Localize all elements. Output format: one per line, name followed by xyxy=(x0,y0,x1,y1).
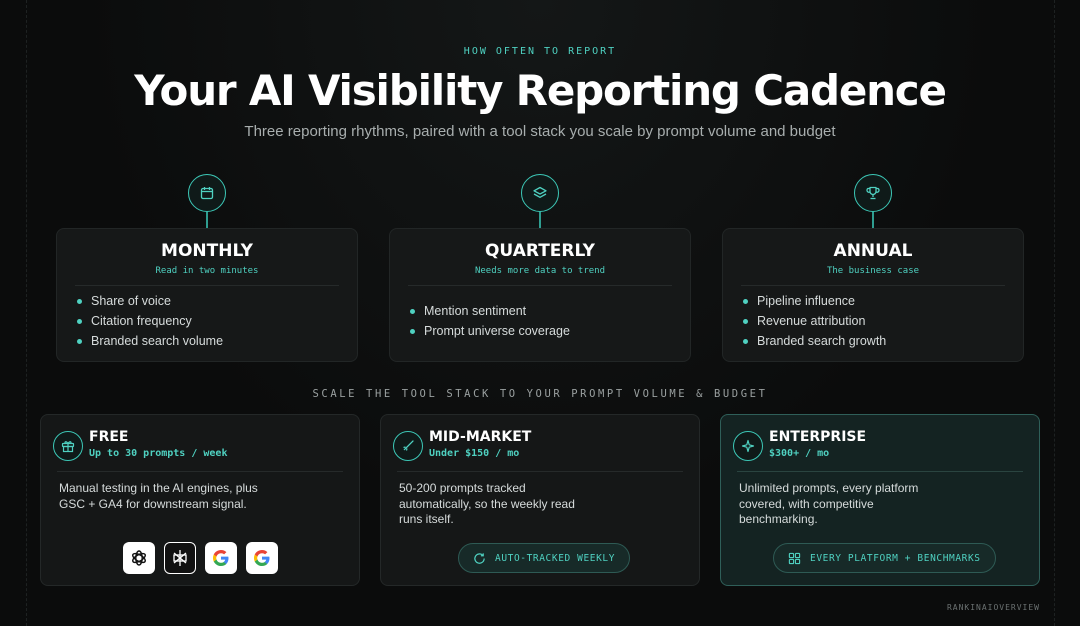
trophy-icon xyxy=(854,174,892,212)
cadence-subtitle: Read in two minutes xyxy=(155,266,259,276)
cadence-card-quarterly: QUARTERLY Needs more data to trend Menti… xyxy=(389,228,691,362)
tier-description: 50-200 prompts tracked automatically, so… xyxy=(399,481,575,526)
google-logo-icon xyxy=(246,542,278,574)
tier-card-enterprise: ENTERPRISE $300+ / mo Unlimited prompts,… xyxy=(720,414,1040,586)
auto-tracked-pill: AUTO-TRACKED WEEKLY xyxy=(458,543,631,573)
rocket-icon xyxy=(393,431,423,461)
metric-list: Pipeline influence Revenue attribution B… xyxy=(743,291,886,351)
refresh-icon xyxy=(474,552,485,564)
benchmarks-pill: EVERY PLATFORM + BENCHMARKS xyxy=(773,543,996,573)
bullet-icon xyxy=(743,318,748,324)
bullet-icon xyxy=(77,338,82,344)
grid-icon xyxy=(788,552,801,564)
list-item: Pipeline influence xyxy=(743,291,886,311)
chatgpt-logo-icon xyxy=(123,542,155,574)
tool-section-label: SCALE THE TOOL STACK TO YOUR PROMPT VOLU… xyxy=(312,388,768,400)
divider xyxy=(741,285,1005,286)
pill-label: EVERY PLATFORM + BENCHMARKS xyxy=(810,552,981,564)
page-title: Your AI Visibility Reporting Cadence xyxy=(134,66,947,115)
cadence-name: ANNUAL xyxy=(833,241,913,261)
brand-watermark: RANKINAIOVERVIEW xyxy=(946,603,1040,612)
google-logo-icon xyxy=(205,542,237,574)
divider xyxy=(397,471,683,472)
tier-card-free: FREE Up to 30 prompts / week Manual test… xyxy=(40,414,360,586)
cadence-card-monthly: MONTHLY Read in two minutes Share of voi… xyxy=(56,228,358,362)
list-item: Branded search volume xyxy=(77,331,223,351)
metric-list: Share of voice Citation frequency Brande… xyxy=(77,291,223,351)
bullet-icon xyxy=(410,308,415,314)
bullet-icon xyxy=(743,338,748,344)
tier-price: $300+ / mo xyxy=(769,448,830,459)
tier-name: ENTERPRISE xyxy=(769,429,867,445)
page-subtitle: Three reporting rhythms, paired with a t… xyxy=(244,123,836,140)
divider xyxy=(75,285,339,286)
divider xyxy=(408,285,672,286)
list-item: Revenue attribution xyxy=(743,311,886,331)
bullet-icon xyxy=(410,328,415,334)
layers-icon xyxy=(521,174,559,212)
eyebrow: HOW OFTEN TO REPORT xyxy=(463,46,617,57)
cadence-card-annual: ANNUAL The business case Pipeline influe… xyxy=(722,228,1024,362)
cadence-subtitle: The business case xyxy=(826,266,920,276)
sparkle-icon xyxy=(733,431,763,461)
tier-price: Under $150 / mo xyxy=(429,448,520,459)
cadence-name: MONTHLY xyxy=(161,241,253,261)
perplexity-logo-icon xyxy=(164,542,196,574)
cadence-subtitle: Needs more data to trend xyxy=(474,266,606,276)
list-item: Branded search growth xyxy=(743,331,886,351)
pill-label: AUTO-TRACKED WEEKLY xyxy=(495,552,616,564)
engine-logos xyxy=(123,542,278,574)
list-item: Prompt universe coverage xyxy=(410,321,570,341)
bullet-icon xyxy=(77,298,82,304)
bullet-icon xyxy=(743,298,748,304)
gift-icon xyxy=(53,431,83,461)
list-item: Citation frequency xyxy=(77,311,223,331)
tier-name: FREE xyxy=(89,429,129,445)
tier-description: Manual testing in the AI engines, plus G… xyxy=(59,481,258,511)
calendar-icon xyxy=(188,174,226,212)
bullet-icon xyxy=(77,318,82,324)
tier-description: Unlimited prompts, every platform covere… xyxy=(739,481,919,526)
divider xyxy=(737,471,1023,472)
tier-card-mid-market: MID-MARKET Under $150 / mo 50-200 prompt… xyxy=(380,414,700,586)
cadence-name: QUARTERLY xyxy=(484,241,595,261)
list-item: Share of voice xyxy=(77,291,223,311)
tier-price: Up to 30 prompts / week xyxy=(89,448,228,459)
tier-name: MID-MARKET xyxy=(429,429,532,445)
metric-list: Mention sentiment Prompt universe covera… xyxy=(410,301,570,341)
divider xyxy=(57,471,343,472)
list-item: Mention sentiment xyxy=(410,301,570,321)
